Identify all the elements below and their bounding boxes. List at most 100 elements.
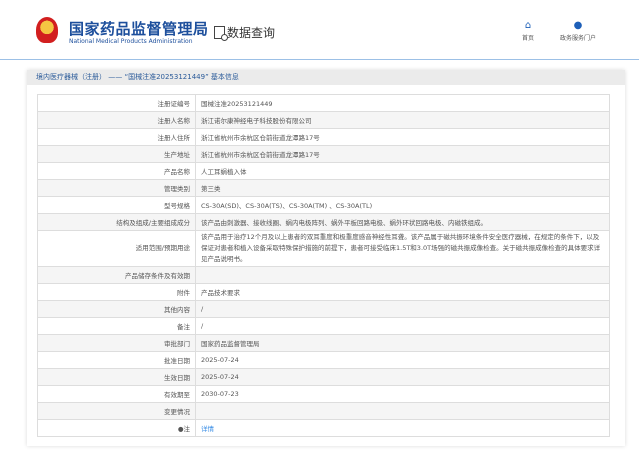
row-label-text: 产品储存条件及有效期	[125, 272, 190, 280]
table-row: 注册人住所 浙江省杭州市余杭区仓前街道龙潭路17号	[37, 128, 610, 146]
row-value: 该产品由刺激器、接收线圈、蜗内电极阵列、蜗外平板回路电极、蜗外环状回路电极、内磁…	[195, 213, 610, 231]
table-row: 结构及组成/主要组成成分 该产品由刺激器、接收线圈、蜗内电极阵列、蜗外平板回路电极…	[37, 213, 610, 231]
row-value: /	[195, 300, 610, 318]
row-value-text: 浙江省杭州市余杭区仓前街道龙潭路17号	[201, 151, 320, 159]
row-label: 有效期至	[37, 385, 196, 403]
row-value: 人工耳蜗植入体	[195, 162, 610, 180]
table-row: 附件 产品技术要求	[37, 283, 610, 301]
row-value: 浙江省杭州市余杭区仓前街道龙潭路17号	[195, 128, 610, 146]
table-row: 产品名称 人工耳蜗植入体	[37, 162, 610, 180]
row-label: 结构及组成/主要组成成分	[37, 213, 196, 231]
details-link[interactable]: 详情	[201, 425, 214, 433]
row-value: 第三类	[195, 179, 610, 197]
row-value: 浙江诺尔康神经电子科技股份有限公司	[195, 111, 610, 129]
row-label: 变更情况	[37, 402, 196, 420]
row-value-text: 人工耳蜗植入体	[201, 168, 247, 176]
table-row: 管理类别 第三类	[37, 179, 610, 197]
row-label-text: 注册人住所	[157, 134, 191, 142]
row-value: 2025-07-24	[195, 351, 610, 369]
row-value-text: 该产品用于治疗12个月及以上患者的双耳重度和极重度感音神经性耳聋。该产品属于磁共…	[201, 233, 601, 263]
table-row: 生效日期 2025-07-24	[37, 368, 610, 386]
row-label: 产品储存条件及有效期	[37, 266, 196, 284]
row-value: 该产品用于治疗12个月及以上患者的双耳重度和极重度感音神经性耳聋。该产品属于磁共…	[195, 230, 610, 267]
nav-home[interactable]: ⌂ 首页	[522, 20, 534, 42]
row-label-text: 注册人名称	[157, 117, 191, 125]
table-row: 产品储存条件及有效期	[37, 266, 610, 284]
brand-name-en: National Medical Products Administration	[69, 38, 193, 45]
table-row: 变更情况	[37, 402, 610, 420]
row-value-text: 2025-07-24	[201, 373, 239, 381]
row-value: 详情	[195, 419, 610, 437]
row-value	[195, 266, 610, 284]
table-row: 备注 /	[37, 317, 610, 335]
table-row: 适用范围/预期用途 该产品用于治疗12个月及以上患者的双耳重度和极重度感音神经性耳…	[37, 230, 610, 267]
national-emblem-logo	[36, 17, 58, 43]
row-value-text: 该产品由刺激器、接收线圈、蜗内电极阵列、蜗外平板回路电极、蜗外环状回路电极、内磁…	[201, 219, 487, 227]
detail-table: 注册证编号 国械注准20253121449 注册人名称 浙江诺尔康神经电子科技股份有限…	[37, 94, 610, 437]
row-label-text: 型号规格	[164, 202, 190, 210]
row-label-text: 管理类别	[164, 185, 190, 193]
row-value-text: /	[201, 305, 204, 313]
table-row: 生产地址 浙江省杭州市余杭区仓前街道龙潭路17号	[37, 145, 610, 163]
table-row: 其他内容 /	[37, 300, 610, 318]
row-value: /	[195, 317, 610, 335]
row-label-text: 批准日期	[164, 357, 190, 365]
row-label: 其他内容	[37, 300, 196, 318]
detail-card: 境内医疗器械（注册） —— “国械注准20253121449” 基本信息 注册证…	[27, 70, 625, 446]
row-label: 附件	[37, 283, 196, 301]
row-label-text: 注册证编号	[157, 100, 191, 108]
row-label-text: 生效日期	[164, 374, 190, 382]
row-label-text: 附件	[177, 289, 190, 297]
user-icon: ●	[573, 20, 583, 31]
row-value-text: 浙江诺尔康神经电子科技股份有限公司	[201, 117, 312, 125]
row-label-text: 备注	[177, 323, 190, 331]
row-label: 产品名称	[37, 162, 196, 180]
table-row: 批准日期 2025-07-24	[37, 351, 610, 369]
table-row: 审批部门 国家药品监督管理局	[37, 334, 610, 352]
row-value-text: /	[201, 322, 204, 330]
row-value-text: 国械注准20253121449	[201, 100, 273, 108]
row-label: 管理类别	[37, 179, 196, 197]
row-label-text: 注	[183, 425, 191, 433]
row-value: 2025-07-24	[195, 368, 610, 386]
row-label-text: 产品名称	[164, 168, 190, 176]
row-label-text: 生产地址	[164, 151, 190, 159]
row-value: 浙江省杭州市余杭区仓前街道龙潭路17号	[195, 145, 610, 163]
row-value-text: CS-30A(SD)、CS-30A(TS)、CS-30A(TM) 、CS-30A…	[201, 202, 373, 210]
row-label: 注册人名称	[37, 111, 196, 129]
row-value-text: 浙江省杭州市余杭区仓前街道龙潭路17号	[201, 134, 320, 142]
row-label: 批准日期	[37, 351, 196, 369]
row-value: 国械注准20253121449	[195, 94, 610, 112]
row-label: 生效日期	[37, 368, 196, 386]
card-title: 境内医疗器械（注册） —— “国械注准20253121449” 基本信息	[27, 70, 625, 85]
table-row: 注册证编号 国械注准20253121449	[37, 94, 610, 112]
row-value: CS-30A(SD)、CS-30A(TS)、CS-30A(TM) 、CS-30A…	[195, 196, 610, 214]
row-value-text: 2030-07-23	[201, 390, 239, 398]
row-label: 备注	[37, 317, 196, 335]
table-row: 有效期至 2030-07-23	[37, 385, 610, 403]
row-label-text: 变更情况	[164, 408, 190, 416]
table-row: ●注 详情	[37, 419, 610, 437]
row-value-text: 国家药品监督管理局	[201, 340, 260, 348]
row-value: 产品技术要求	[195, 283, 610, 301]
nav-service-portal[interactable]: ● 政务服务门户	[560, 20, 596, 42]
row-label: ●注	[37, 419, 196, 437]
row-value	[195, 402, 610, 420]
row-value: 国家药品监督管理局	[195, 334, 610, 352]
row-label: 适用范围/预期用途	[37, 230, 196, 267]
row-label: 注册人住所	[37, 128, 196, 146]
row-value-text: 2025-07-24	[201, 356, 239, 364]
row-value-text: 第三类	[201, 185, 221, 193]
brand-name[interactable]: 国家药品监督管理局	[69, 18, 209, 39]
section-title: 数据查询	[214, 24, 275, 41]
row-label: 注册证编号	[37, 94, 196, 112]
section-label: 数据查询	[227, 26, 276, 40]
table-row: 型号规格 CS-30A(SD)、CS-30A(TS)、CS-30A(TM) 、CS…	[37, 196, 610, 214]
document-search-icon	[214, 26, 228, 41]
row-label-text: 结构及组成/主要组成成分	[116, 219, 190, 227]
table-row: 注册人名称 浙江诺尔康神经电子科技股份有限公司	[37, 111, 610, 129]
row-label-text: 审批部门	[164, 340, 190, 348]
row-value-text: 产品技术要求	[201, 289, 240, 297]
row-value: 2030-07-23	[195, 385, 610, 403]
row-label-text: 适用范围/预期用途	[135, 244, 190, 252]
